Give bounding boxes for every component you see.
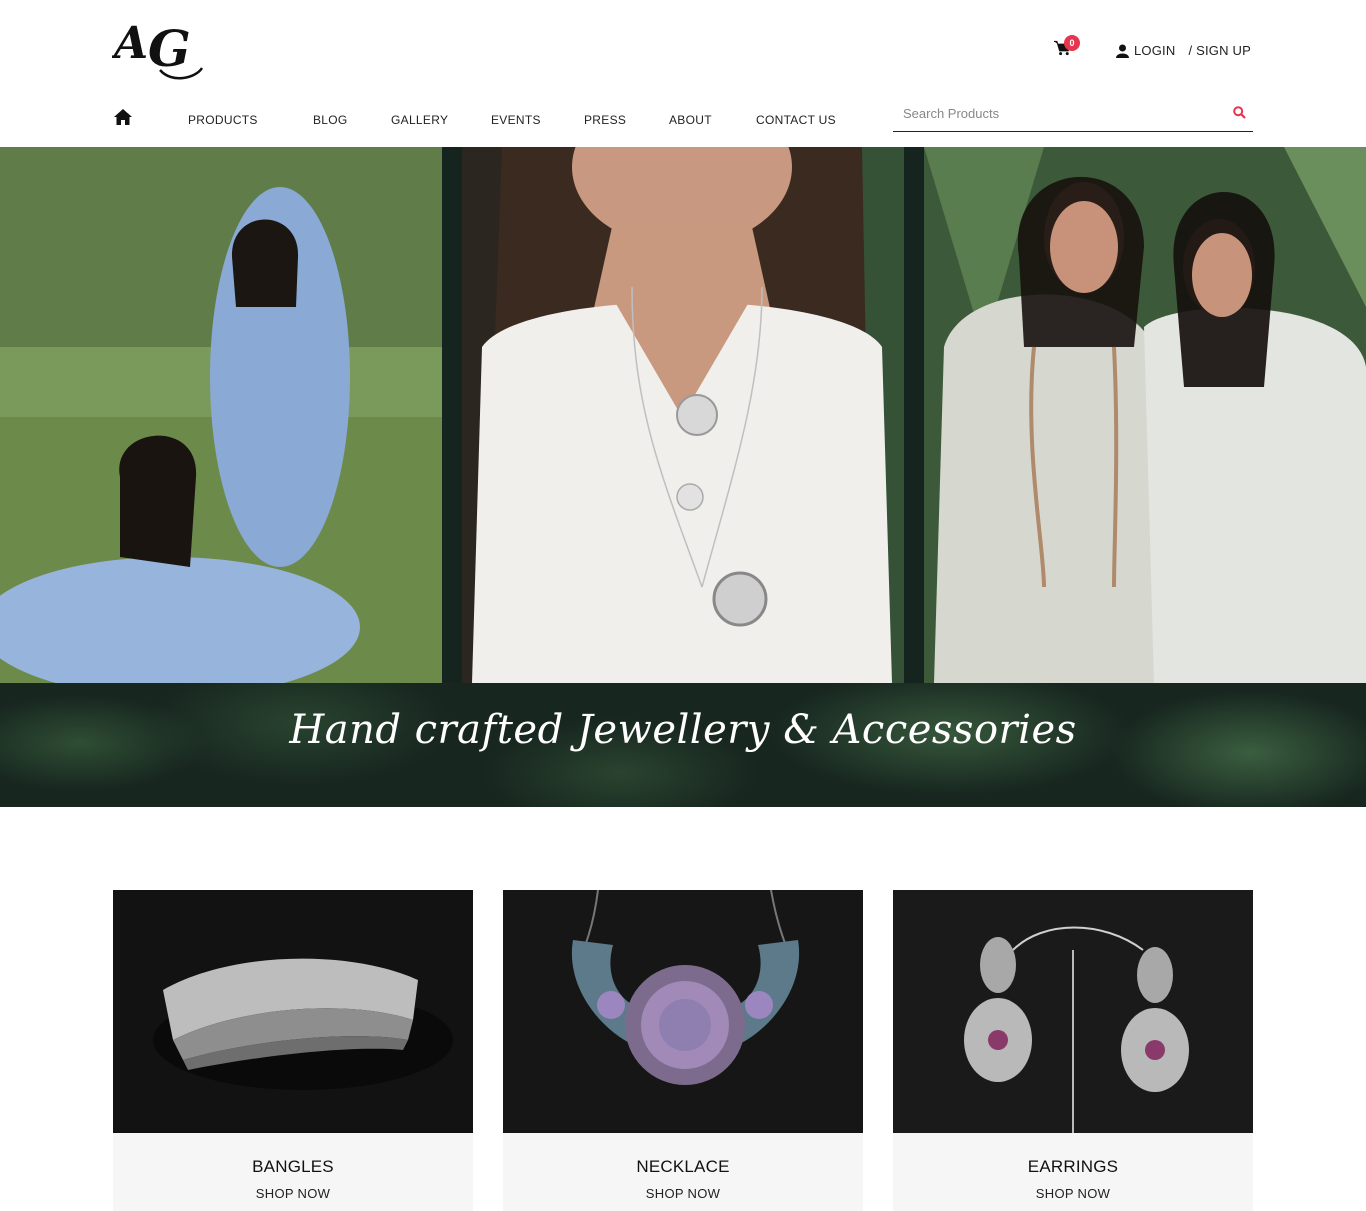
shop-now-link[interactable]: SHOP NOW xyxy=(893,1186,1253,1201)
account-links: LOGIN / SIGN UP xyxy=(1116,43,1251,58)
category-title[interactable]: BANGLES xyxy=(113,1157,473,1177)
user-icon xyxy=(1116,44,1129,58)
category-card-necklace[interactable]: NECKLACE SHOP NOW xyxy=(503,890,863,1211)
category-footer-necklace: NECKLACE SHOP NOW xyxy=(503,1133,863,1211)
category-image-necklace[interactable] xyxy=(503,890,863,1133)
search-icon[interactable] xyxy=(1233,106,1246,119)
hero-tagline: Hand crafted Jewellery & Accessories xyxy=(289,707,1077,753)
search-input[interactable] xyxy=(893,100,1213,126)
nav-blog[interactable]: BLOG xyxy=(313,113,348,127)
hero-photo-garden xyxy=(0,147,442,683)
category-card-earrings[interactable]: EARRINGS SHOP NOW xyxy=(893,890,1253,1211)
category-footer-earrings: EARRINGS SHOP NOW xyxy=(893,1133,1253,1211)
signup-link[interactable]: / SIGN UP xyxy=(1188,43,1250,58)
nav-gallery[interactable]: GALLERY xyxy=(391,113,448,127)
cart-count-badge: 0 xyxy=(1064,35,1080,51)
category-image-earrings[interactable] xyxy=(893,890,1253,1133)
hero-photo-necklace xyxy=(462,147,904,683)
svg-text:A: A xyxy=(112,18,148,69)
nav-press[interactable]: PRESS xyxy=(584,113,626,127)
login-link[interactable]: LOGIN xyxy=(1134,43,1175,58)
brand-logo[interactable]: A G xyxy=(110,12,206,82)
nav-contact-us[interactable]: CONTACT US xyxy=(756,113,836,127)
category-card-bangles[interactable]: BANGLES SHOP NOW xyxy=(113,890,473,1211)
hero-photo-models xyxy=(924,147,1366,683)
nav-events[interactable]: EVENTS xyxy=(491,113,541,127)
shop-now-link[interactable]: SHOP NOW xyxy=(113,1186,473,1201)
nav-about[interactable]: ABOUT xyxy=(669,113,712,127)
category-title[interactable]: EARRINGS xyxy=(893,1157,1253,1177)
hero-banner[interactable]: Hand crafted Jewellery & Accessories xyxy=(0,147,1366,807)
category-image-bangles[interactable] xyxy=(113,890,473,1133)
home-icon[interactable] xyxy=(113,108,133,126)
nav-products[interactable]: PRODUCTS xyxy=(188,113,258,127)
category-title[interactable]: NECKLACE xyxy=(503,1157,863,1177)
cart-button[interactable]: 0 xyxy=(1054,35,1080,60)
shop-now-link[interactable]: SHOP NOW xyxy=(503,1186,863,1201)
search-bar xyxy=(893,100,1253,132)
category-footer-bangles: BANGLES SHOP NOW xyxy=(113,1133,473,1211)
svg-text:G: G xyxy=(148,19,191,78)
